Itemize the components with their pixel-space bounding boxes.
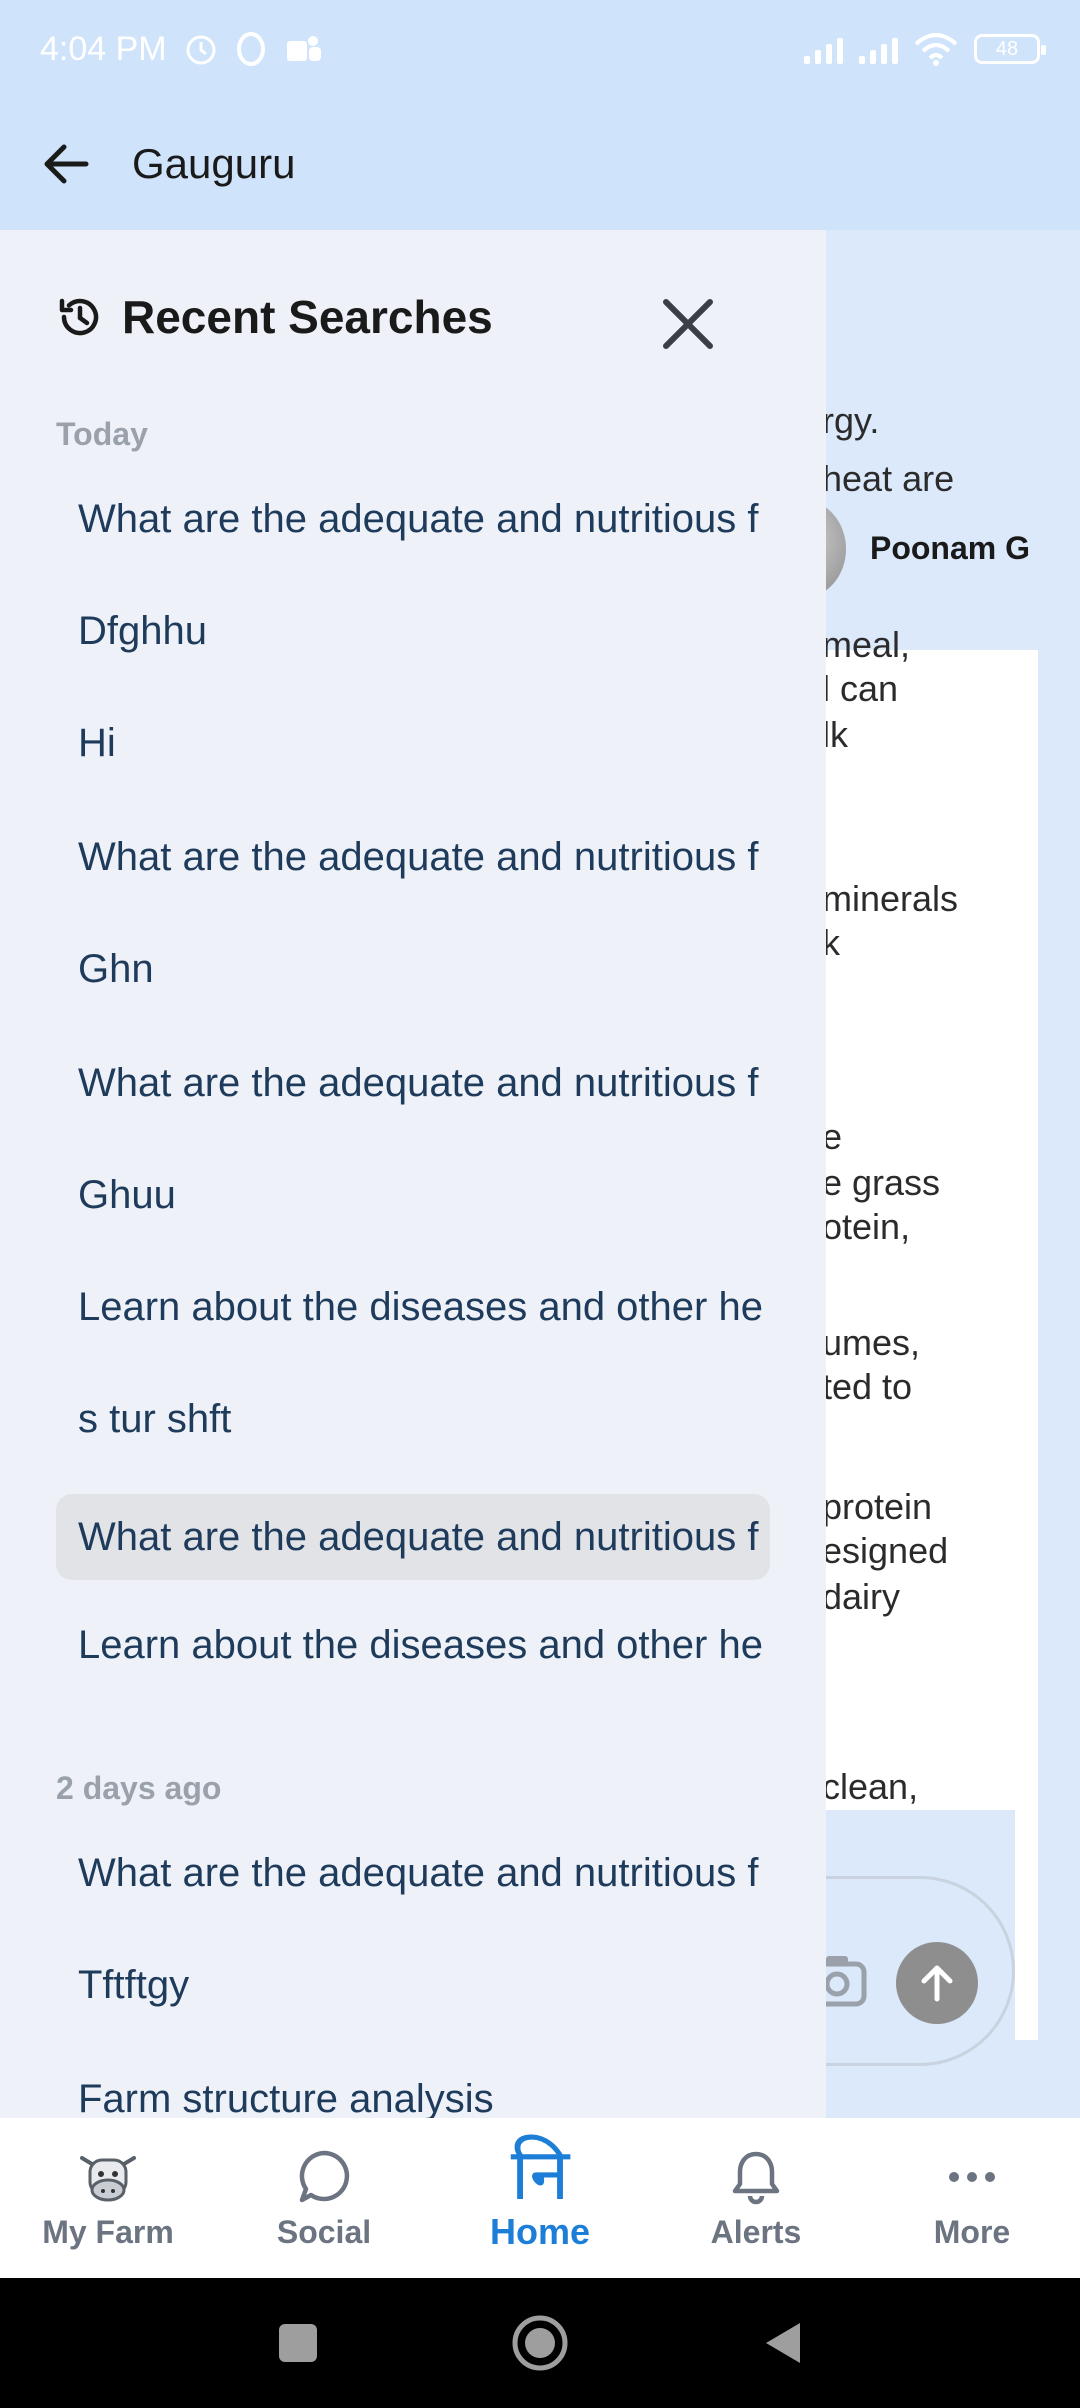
recents-square-icon[interactable] [276,2321,320,2365]
answer-text-line: dairy [822,1576,901,1617]
answer-text-line: clean, [822,1766,919,1807]
signal-icon-2 [859,34,898,64]
answer-text-line: rgy. [822,400,880,441]
answer-text-line: ted to [822,1366,913,1407]
close-icon[interactable] [656,292,720,356]
nav-label: Alerts [710,2213,802,2250]
opera-icon [236,32,265,66]
nav-my-farm[interactable]: My Farm [0,2118,216,2278]
answer-text-line: otein, [822,1206,911,1247]
chat-bubble-icon [299,2150,350,2202]
user-name: Poonam G [869,530,1030,566]
nav-social[interactable]: Social [216,2118,432,2278]
signal-icon [804,34,843,64]
bottom-navigation: My Farm Social नि Home Alerts More [0,2118,1080,2278]
status-time: 4:04 PM [40,29,167,68]
nav-more[interactable]: More [864,2118,1080,2278]
system-navigation-bar [0,2278,1080,2408]
recent-search-item[interactable]: Hi [56,700,770,786]
answer-text-line: protein [822,1486,933,1527]
nav-label: Home [489,2211,591,2252]
answer-text-line: minerals [822,878,959,919]
recent-search-item[interactable]: Learn about the diseases and other he [56,1602,770,1688]
cow-icon [80,2155,136,2201]
answer-text-line: heat are [822,458,955,499]
app-bar: Gauguru [0,98,1080,230]
recent-search-item[interactable]: What are the adequate and nutritious f [56,814,770,900]
answer-text-line: e grass [822,1162,941,1203]
recent-search-item-selected[interactable]: What are the adequate and nutritious f [56,1494,770,1580]
alarm-icon [186,35,216,65]
home-circle-icon[interactable] [510,2313,570,2373]
nav-label: My Farm [42,2213,174,2250]
wifi-icon [914,33,958,66]
recent-search-item[interactable]: What are the adequate and nutritious f [56,476,770,562]
answer-text-line: l can [822,668,899,709]
recent-search-item[interactable]: What are the adequate and nutritious f [56,1040,770,1126]
recent-search-item[interactable]: Farm structure analysis [56,2056,770,2119]
back-arrow-icon[interactable] [40,138,92,190]
battery-level: 48 [995,37,1019,60]
arrow-up-icon [921,1965,953,2002]
nav-alerts[interactable]: Alerts [648,2118,864,2278]
recent-searches-drawer: Recent Searches Today What are the adequ… [0,230,826,2118]
recent-search-item[interactable]: Ghn [56,926,770,1012]
recent-search-item[interactable]: Ghuu [56,1152,770,1238]
drawer-header: Recent Searches [56,290,736,344]
bell-icon [732,2151,780,2204]
send-button[interactable] [896,1942,978,2024]
section-label-today: Today [56,416,148,452]
recent-search-item[interactable]: Tftftgy [56,1942,770,2028]
answer-text-line: meal, [822,624,911,665]
status-bar: 4:04 PM 48 [0,0,1080,98]
recent-search-item[interactable]: Learn about the diseases and other he [56,1264,770,1350]
recent-search-item[interactable]: Dfghhu [56,588,770,674]
section-label-2-days-ago: 2 days ago [56,1770,222,1806]
more-dots-icon [949,2171,995,2182]
nav-label: More [933,2213,1011,2250]
recent-search-item[interactable]: What are the adequate and nutritious f [56,1830,770,1916]
nav-label: Social [276,2213,372,2250]
history-icon [59,298,99,336]
back-triangle-icon[interactable] [760,2319,804,2367]
drawer-title: Recent Searches [122,291,493,343]
home-devanagari-icon: नि [510,2132,570,2216]
answer-text-line: esigned [822,1530,949,1571]
answer-text-line: umes, [822,1322,921,1363]
battery-icon: 48 [974,34,1046,64]
app-title: Gauguru [132,140,296,187]
recent-search-item[interactable]: s tur shft [56,1376,770,1462]
teams-icon [286,36,321,61]
nav-home[interactable]: नि Home [432,2118,648,2278]
